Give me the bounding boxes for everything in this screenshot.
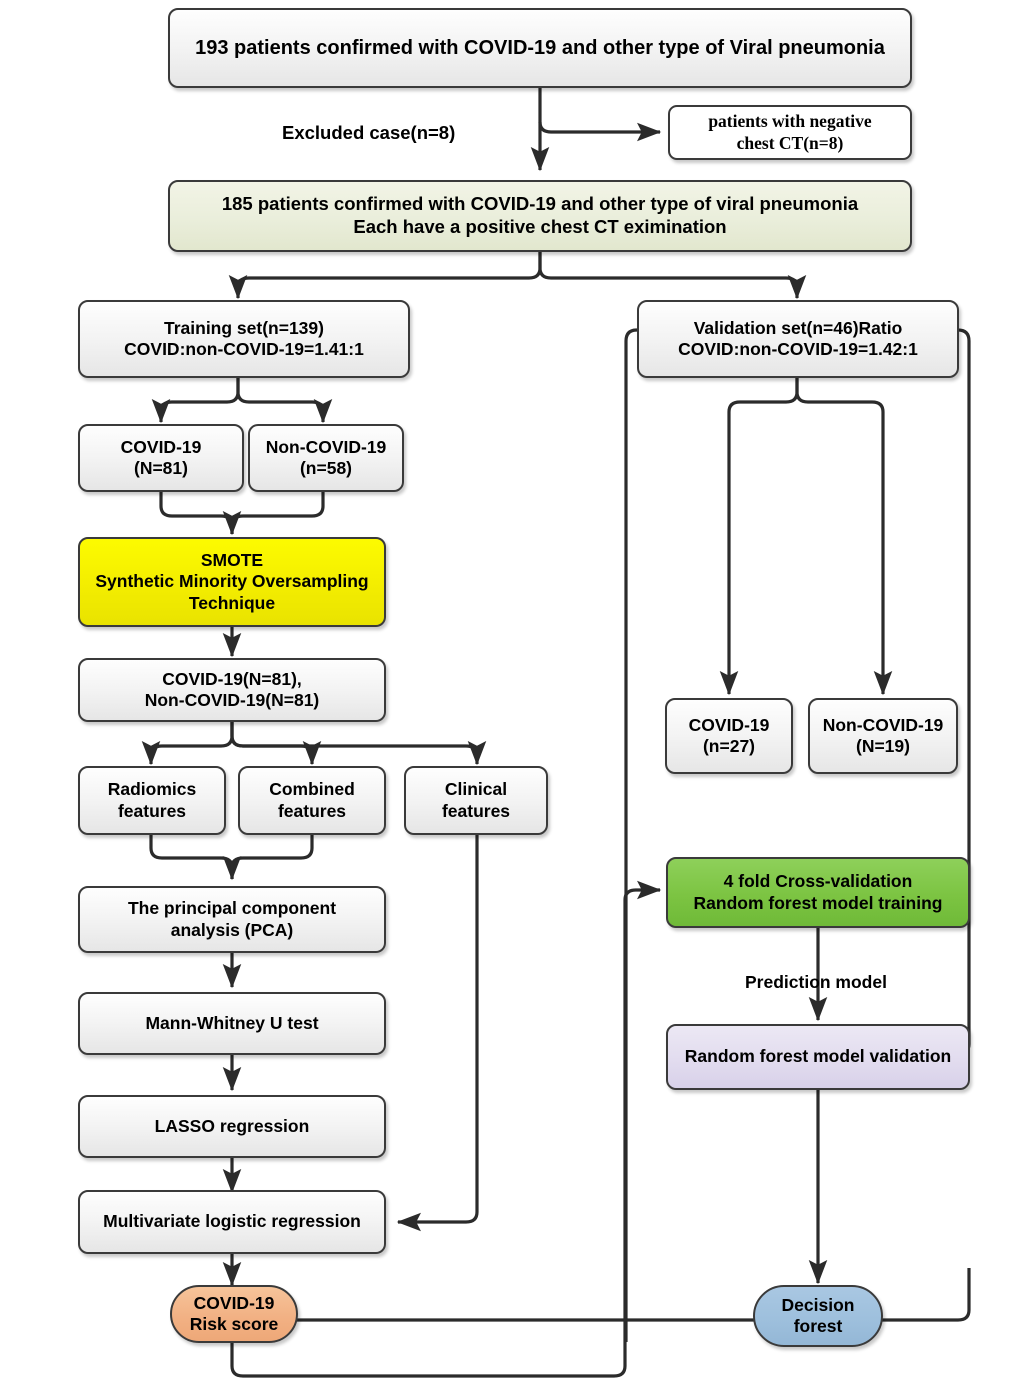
node-training-noncovid-line1: Non-COVID-19 — [265, 436, 387, 457]
node-multivariate-logistic-regression[interactable]: Multivariate logistic regression — [78, 1190, 386, 1254]
node-training-noncovid[interactable]: Non-COVID-19 (n=58) — [248, 424, 404, 492]
edge-balanced-to-clinical — [230, 722, 487, 766]
node-training-line2: COVID:non-COVID-19=1.41:1 — [124, 339, 364, 359]
node-combined-line2: features — [277, 800, 347, 821]
node-excluded-line1: patients with negative — [708, 111, 872, 132]
node-balanced-line1: COVID-19(N=81), — [162, 668, 302, 689]
node-riskscore-line2: Risk score — [189, 1314, 279, 1334]
edge-validation-to-valnoncovid — [795, 378, 893, 696]
node-training-noncovid-line2: (n=58) — [299, 458, 353, 478]
node-balanced-sets[interactable]: COVID-19(N=81), Non-COVID-19(N=81) — [78, 658, 386, 722]
node-smote-line3: Technique — [188, 592, 276, 613]
node-smote-line2: Synthetic Minority Oversampling — [95, 571, 369, 592]
node-lasso-label: LASSO regression — [154, 1115, 310, 1136]
node-mann-whitney-label: Mann-Whitney U test — [145, 1012, 319, 1033]
node-training-covid-line2: (N=81) — [134, 458, 188, 478]
node-smote-line1: SMOTE — [200, 549, 264, 570]
node-radiomics-features[interactable]: Radiomics features — [78, 766, 226, 835]
node-decision-forest[interactable]: Decision forest — [753, 1285, 883, 1347]
node-riskscore-line1: COVID-19 — [193, 1292, 275, 1313]
edge-included-to-validation — [538, 252, 807, 300]
label-prediction-model: Prediction model — [745, 972, 887, 992]
node-radiomics-line2: features — [117, 800, 187, 821]
node-validation-line2: COVID:non-COVID-19=1.42:1 — [678, 339, 918, 359]
node-balanced-line2: Non-COVID-19(N=81) — [144, 690, 320, 710]
node-validation-noncovid[interactable]: Non-COVID-19 (N=19) — [808, 698, 958, 774]
edge-clinical-to-multivariate — [396, 835, 479, 1232]
edge-training-to-noncovid — [236, 378, 333, 424]
node-combined-line1: Combined — [269, 779, 355, 800]
node-radiomics-line1: Radiomics — [107, 779, 197, 800]
node-cohort-label: 193 patients confirmed with COVID-19 and… — [195, 36, 885, 59]
node-excluded-negative-ct[interactable]: patients with negative chest CT(n=8) — [668, 105, 912, 160]
node-rfvalidation-label: Random forest model validation — [684, 1046, 952, 1067]
edge-validation-to-valcovid — [719, 378, 799, 696]
flowchart-canvas: 193 patients confirmed with COVID-19 and… — [0, 0, 1020, 1392]
node-val-covid-line1: COVID-19 — [688, 714, 770, 735]
node-mann-whitney[interactable]: Mann-Whitney U test — [78, 992, 386, 1055]
node-clinical-features[interactable]: Clinical features — [404, 766, 548, 835]
node-validation-line1: Validation set(n=46)Ratio — [693, 317, 903, 338]
node-validation-set[interactable]: Validation set(n=46)Ratio COVID:non-COVI… — [637, 300, 959, 378]
node-training-set[interactable]: Training set(n=139) COVID:non-COVID-19=1… — [78, 300, 410, 378]
node-clinical-line1: Clinical — [444, 779, 508, 800]
node-covid-risk-score[interactable]: COVID-19 Risk score — [170, 1285, 298, 1343]
node-smote[interactable]: SMOTE Synthetic Minority Oversampling Te… — [78, 537, 386, 627]
node-excluded-line2: chest CT(n=8) — [736, 132, 844, 153]
edge-noncovid-to-smote — [230, 492, 325, 534]
node-pca-line1: The principal component — [127, 898, 337, 919]
node-training-covid[interactable]: COVID-19 (N=81) — [78, 424, 244, 492]
node-cross-validation-training[interactable]: 4 fold Cross-validation Random forest mo… — [666, 857, 970, 928]
node-cohort[interactable]: 193 patients confirmed with COVID-19 and… — [168, 8, 912, 88]
node-crossval-line2: Random forest model training — [693, 892, 943, 913]
node-random-forest-validation[interactable]: Random forest model validation — [666, 1024, 970, 1090]
node-clinical-line2: features — [441, 800, 511, 821]
node-combined-features[interactable]: Combined features — [238, 766, 386, 835]
edge-radiomics-to-pca — [149, 835, 242, 881]
label-excluded-case: Excluded case(n=8) — [282, 122, 456, 143]
edge-combined-to-pca — [230, 835, 314, 879]
edge-balanced-to-combined — [230, 722, 322, 766]
edge-cohort-to-excluded — [538, 121, 662, 142]
edge-validation-left-down — [624, 328, 638, 1342]
edge-balanced-to-radiomics — [141, 722, 234, 766]
node-decisionforest-line1: Decision — [781, 1294, 855, 1315]
node-training-line1: Training set(n=139) — [164, 317, 324, 338]
node-included-cohort[interactable]: 185 patients confirmed with COVID-19 and… — [168, 180, 912, 252]
node-included-line2: Each have a positive chest CT eximinatio… — [353, 216, 727, 237]
node-training-covid-line1: COVID-19 — [120, 436, 202, 457]
node-pca-line2: analysis (PCA) — [170, 919, 294, 940]
node-lasso-regression[interactable]: LASSO regression — [78, 1095, 386, 1158]
edge-included-to-training — [228, 252, 542, 300]
edge-validation-to-rfvalidation — [920, 328, 971, 1064]
node-validation-covid[interactable]: COVID-19 (n=27) — [665, 698, 793, 774]
node-crossval-line1: 4 fold Cross-validation — [723, 871, 913, 892]
node-val-noncovid-line2: (N=19) — [856, 736, 910, 756]
node-pca[interactable]: The principal component analysis (PCA) — [78, 886, 386, 953]
edge-training-to-covid — [151, 378, 240, 424]
node-val-noncovid-line1: Non-COVID-19 — [822, 714, 944, 735]
node-multivariate-label: Multivariate logistic regression — [103, 1211, 361, 1232]
node-val-covid-line2: (n=27) — [702, 736, 756, 756]
edge-covid-to-smote — [159, 492, 242, 536]
node-decisionforest-line2: forest — [793, 1316, 843, 1336]
node-included-line1: 185 patients confirmed with COVID-19 and… — [221, 193, 859, 215]
